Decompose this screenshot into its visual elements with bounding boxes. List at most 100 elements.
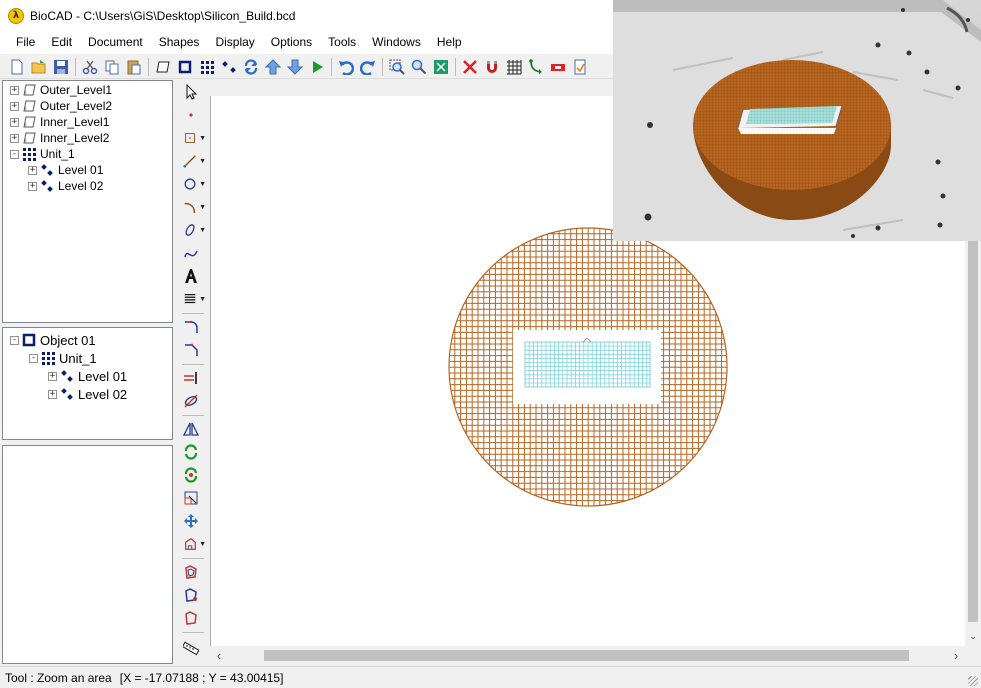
object-icon[interactable] bbox=[174, 56, 196, 78]
tree-item[interactable]: + Level 02 bbox=[3, 178, 172, 194]
tree-item[interactable]: + Outer_Level1 bbox=[3, 82, 172, 98]
tree-item[interactable]: - Unit_1 bbox=[3, 349, 172, 367]
menu-windows[interactable]: Windows bbox=[364, 31, 429, 54]
toolbar-separator bbox=[75, 57, 76, 76]
menu-display[interactable]: Display bbox=[207, 31, 262, 54]
expand-toggle-icon[interactable]: + bbox=[10, 133, 19, 143]
menu-options[interactable]: Options bbox=[263, 31, 320, 54]
tree-item[interactable]: + Inner_Level2 bbox=[3, 130, 172, 146]
measure-tool-icon[interactable] bbox=[180, 638, 206, 658]
save-icon[interactable] bbox=[50, 56, 72, 78]
magnet-icon[interactable] bbox=[481, 56, 503, 78]
undo-icon[interactable] bbox=[335, 56, 357, 78]
new-icon[interactable] bbox=[6, 56, 28, 78]
tree-item[interactable]: + Level 01 bbox=[3, 367, 172, 385]
resize-grip-icon[interactable] bbox=[968, 676, 978, 686]
zoom-area-icon[interactable] bbox=[386, 56, 408, 78]
tree-item-label: Level 01 bbox=[58, 163, 104, 177]
grid-icon[interactable] bbox=[503, 56, 525, 78]
expand-toggle-icon[interactable]: + bbox=[48, 371, 57, 381]
run-icon[interactable] bbox=[306, 56, 328, 78]
print-icon[interactable] bbox=[569, 56, 591, 78]
expand-toggle-icon[interactable]: + bbox=[10, 117, 19, 127]
expand-toggle-icon[interactable]: + bbox=[28, 165, 37, 175]
point-icon[interactable] bbox=[180, 105, 206, 125]
horizontal-scroll-thumb[interactable] bbox=[264, 650, 909, 661]
trim-tool-icon[interactable] bbox=[180, 391, 206, 411]
object-tree-panel: - Object 01- Unit_1 + Level 01 + Level 02 bbox=[2, 327, 173, 440]
spline-tool-icon[interactable] bbox=[180, 243, 206, 263]
delete-icon[interactable] bbox=[459, 56, 481, 78]
unit-icon[interactable] bbox=[196, 56, 218, 78]
move-tool-icon[interactable] bbox=[180, 511, 206, 531]
offset-tool-icon[interactable] bbox=[180, 562, 206, 582]
menu-edit[interactable]: Edit bbox=[43, 31, 80, 54]
horizontal-scrollbar[interactable]: ‹ › bbox=[210, 647, 965, 664]
menu-shapes[interactable]: Shapes bbox=[151, 31, 208, 54]
level-icon bbox=[60, 369, 74, 383]
rectangle-tool-icon[interactable]: ▼ bbox=[180, 128, 206, 148]
copy-icon[interactable] bbox=[101, 56, 123, 78]
collapse-toggle-icon[interactable]: - bbox=[10, 149, 19, 159]
level-icon[interactable] bbox=[218, 56, 240, 78]
tree-item[interactable]: + Inner_Level1 bbox=[3, 114, 172, 130]
line-tool-icon[interactable]: ▼ bbox=[180, 151, 206, 171]
tree-item[interactable]: - Object 01 bbox=[3, 331, 172, 349]
level-icon bbox=[60, 387, 74, 401]
tree-item-label: Unit_1 bbox=[40, 147, 75, 161]
expand-toggle-icon[interactable]: + bbox=[10, 85, 19, 95]
tree-item[interactable]: - Unit_1 bbox=[3, 146, 172, 162]
move-down-icon[interactable] bbox=[284, 56, 306, 78]
extend-tool-icon[interactable] bbox=[180, 368, 206, 388]
polygon-edit-tool-icon[interactable] bbox=[180, 585, 206, 605]
scroll-right-arrow-icon[interactable]: › bbox=[950, 647, 962, 664]
refresh-icon[interactable] bbox=[240, 56, 262, 78]
hatch-tool-icon[interactable]: ▼ bbox=[180, 289, 206, 309]
arc-tool-icon[interactable]: ▼ bbox=[180, 197, 206, 217]
tree-item[interactable]: + Level 01 bbox=[3, 162, 172, 178]
toolbar-separator bbox=[455, 57, 456, 76]
scroll-down-arrow-icon[interactable]: ⌄ bbox=[965, 631, 981, 645]
tree-item[interactable]: + Level 02 bbox=[3, 385, 172, 403]
text-tool-icon[interactable] bbox=[180, 266, 206, 286]
rotate-copy-tool-icon[interactable] bbox=[180, 465, 206, 485]
menu-file[interactable]: File bbox=[8, 31, 43, 54]
tree-item-label: Unit_1 bbox=[59, 350, 97, 366]
menu-help[interactable]: Help bbox=[429, 31, 470, 54]
paste-icon[interactable] bbox=[123, 56, 145, 78]
expand-toggle-icon[interactable]: + bbox=[10, 101, 19, 111]
redo-icon[interactable] bbox=[357, 56, 379, 78]
zoom-icon[interactable] bbox=[408, 56, 430, 78]
collapse-toggle-icon[interactable]: - bbox=[10, 335, 19, 345]
tree-item-label: Level 02 bbox=[58, 179, 104, 193]
zoom-fit-icon[interactable] bbox=[430, 56, 452, 78]
select-arrow-icon[interactable] bbox=[180, 82, 206, 102]
collapse-toggle-icon[interactable]: - bbox=[29, 353, 38, 363]
open-icon[interactable] bbox=[28, 56, 50, 78]
expand-toggle-icon[interactable]: + bbox=[48, 389, 57, 399]
path-icon[interactable] bbox=[525, 56, 547, 78]
scale-tool-icon[interactable] bbox=[180, 488, 206, 508]
polygon-tool-icon[interactable] bbox=[180, 608, 206, 628]
move-up-icon[interactable] bbox=[262, 56, 284, 78]
tree-item-label: Inner_Level1 bbox=[40, 115, 110, 129]
scroll-left-arrow-icon[interactable]: ‹ bbox=[213, 647, 225, 664]
toolbar-separator bbox=[148, 57, 149, 76]
layer-icon[interactable] bbox=[152, 56, 174, 78]
properties-panel bbox=[2, 445, 173, 664]
cut-icon[interactable] bbox=[79, 56, 101, 78]
menu-document[interactable]: Document bbox=[80, 31, 151, 54]
expand-toggle-icon[interactable]: + bbox=[28, 181, 37, 191]
toolbar-separator bbox=[382, 57, 383, 76]
fillet-tool-icon[interactable] bbox=[180, 317, 206, 337]
tree-item[interactable]: + Outer_Level2 bbox=[3, 98, 172, 114]
window-title: BioCAD - C:\Users\GiS\Desktop\Silicon_Bu… bbox=[30, 8, 296, 23]
circle-tool-icon[interactable]: ▼ bbox=[180, 174, 206, 194]
ellipse-tool-icon[interactable]: ▼ bbox=[180, 220, 206, 240]
stretch-tool-icon[interactable]: ▼ bbox=[180, 534, 206, 554]
chamfer-tool-icon[interactable] bbox=[180, 340, 206, 360]
mirror-tool-icon[interactable] bbox=[180, 419, 206, 439]
rotate-tool-icon[interactable] bbox=[180, 442, 206, 462]
ruler-icon[interactable] bbox=[547, 56, 569, 78]
menu-tools[interactable]: Tools bbox=[320, 31, 364, 54]
